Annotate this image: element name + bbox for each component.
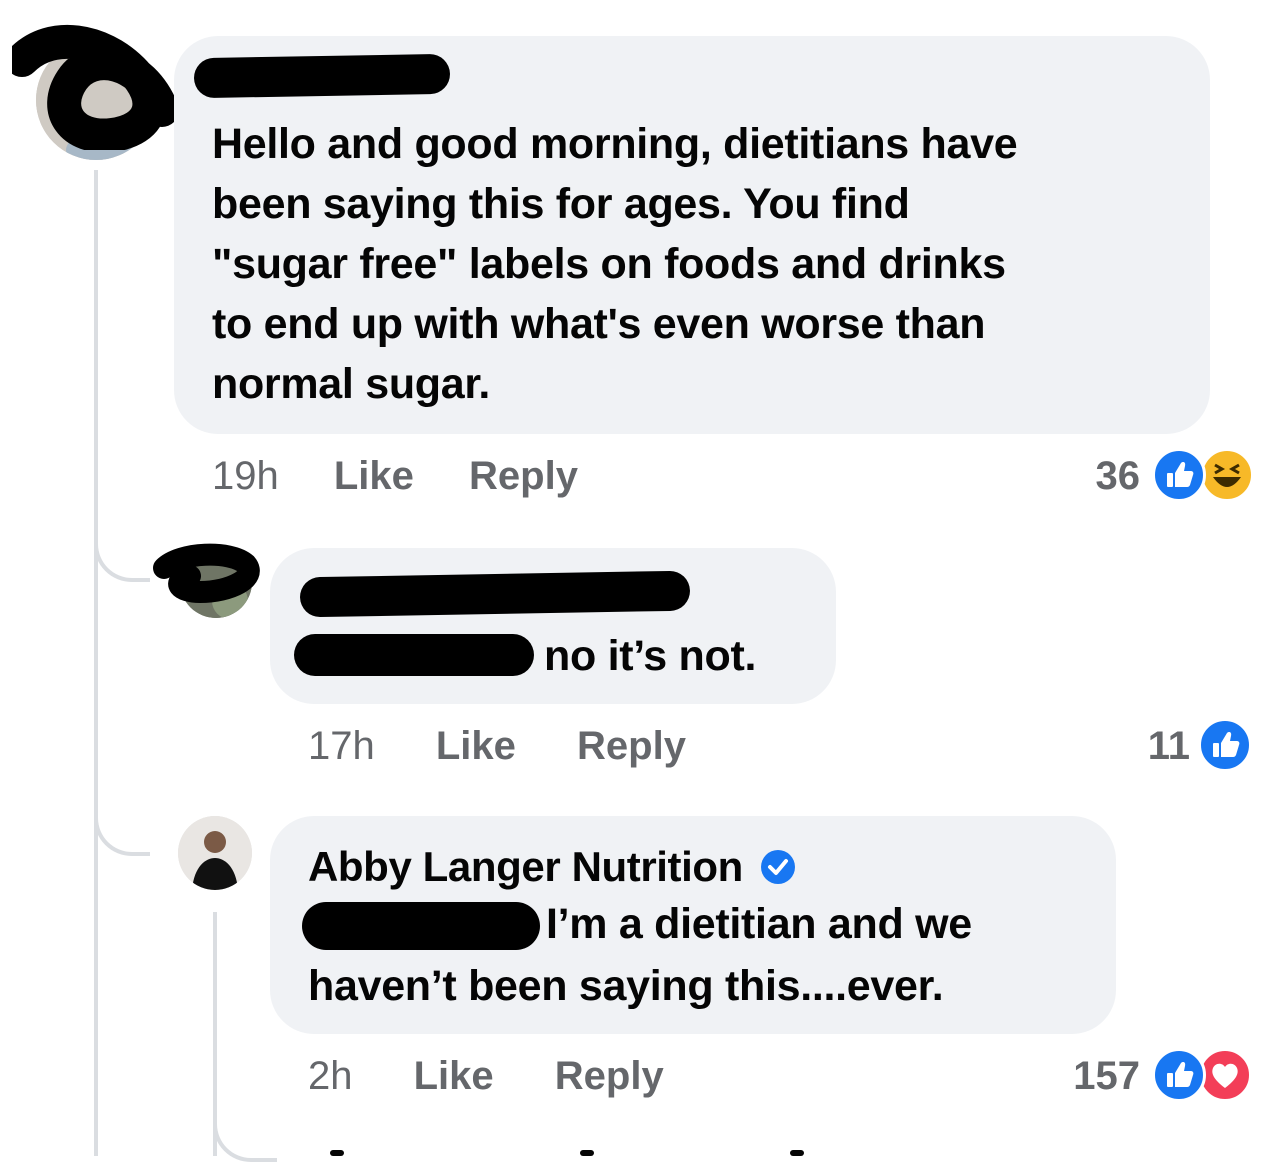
avatar[interactable]	[178, 816, 252, 890]
reply-button[interactable]: Reply	[469, 454, 578, 498]
reply-button[interactable]: Reply	[577, 724, 686, 768]
haha-icon	[1200, 448, 1254, 502]
reaction-count[interactable]: 157	[1034, 1052, 1140, 1100]
thread-connector-reply-1	[94, 538, 150, 582]
comment-timestamp[interactable]: 17h	[308, 724, 375, 768]
thread-connector-reply-2	[94, 812, 150, 856]
like-button[interactable]: Like	[334, 454, 414, 498]
comment-actions: 17h Like Reply	[308, 722, 686, 770]
like-button[interactable]: Like	[436, 724, 516, 768]
author-name-redacted[interactable]	[299, 570, 691, 618]
comment-text: no it’s not.	[544, 632, 757, 680]
comment-text: Hello and good morning, dietitians have …	[212, 120, 1018, 408]
reaction-count[interactable]: 11	[1090, 722, 1190, 770]
avatar-image	[178, 816, 252, 890]
like-icon	[1152, 448, 1206, 502]
mention-redacted[interactable]	[294, 634, 534, 676]
like-icon	[1198, 718, 1252, 772]
comment-text-line-1: I’m a dietitian and we	[546, 900, 972, 948]
mention-redacted[interactable]	[302, 902, 540, 950]
author-name-redacted[interactable]	[193, 53, 451, 99]
thread-line-main	[94, 170, 98, 1156]
like-button[interactable]: Like	[414, 1054, 494, 1098]
reply-button[interactable]: Reply	[555, 1054, 664, 1098]
redaction-scribble	[153, 543, 260, 604]
thread-connector-sub-reply	[213, 1118, 277, 1162]
love-icon	[1198, 1048, 1252, 1102]
truncated-next-comment	[330, 1150, 830, 1156]
verified-badge-icon	[760, 846, 796, 896]
comment-actions: 2h Like Reply	[308, 1052, 664, 1100]
comment-actions: 19h Like Reply	[212, 452, 578, 500]
reaction-count[interactable]: 36	[1040, 452, 1141, 500]
redaction-scribble	[12, 24, 179, 150]
comment-timestamp[interactable]: 19h	[212, 454, 279, 498]
comment-timestamp[interactable]: 2h	[308, 1054, 353, 1098]
comment-text-line-2: haven’t been saying this....ever.	[308, 962, 944, 1010]
comment-author[interactable]: Abby Langer Nutrition	[308, 842, 796, 896]
like-icon	[1152, 1048, 1206, 1102]
